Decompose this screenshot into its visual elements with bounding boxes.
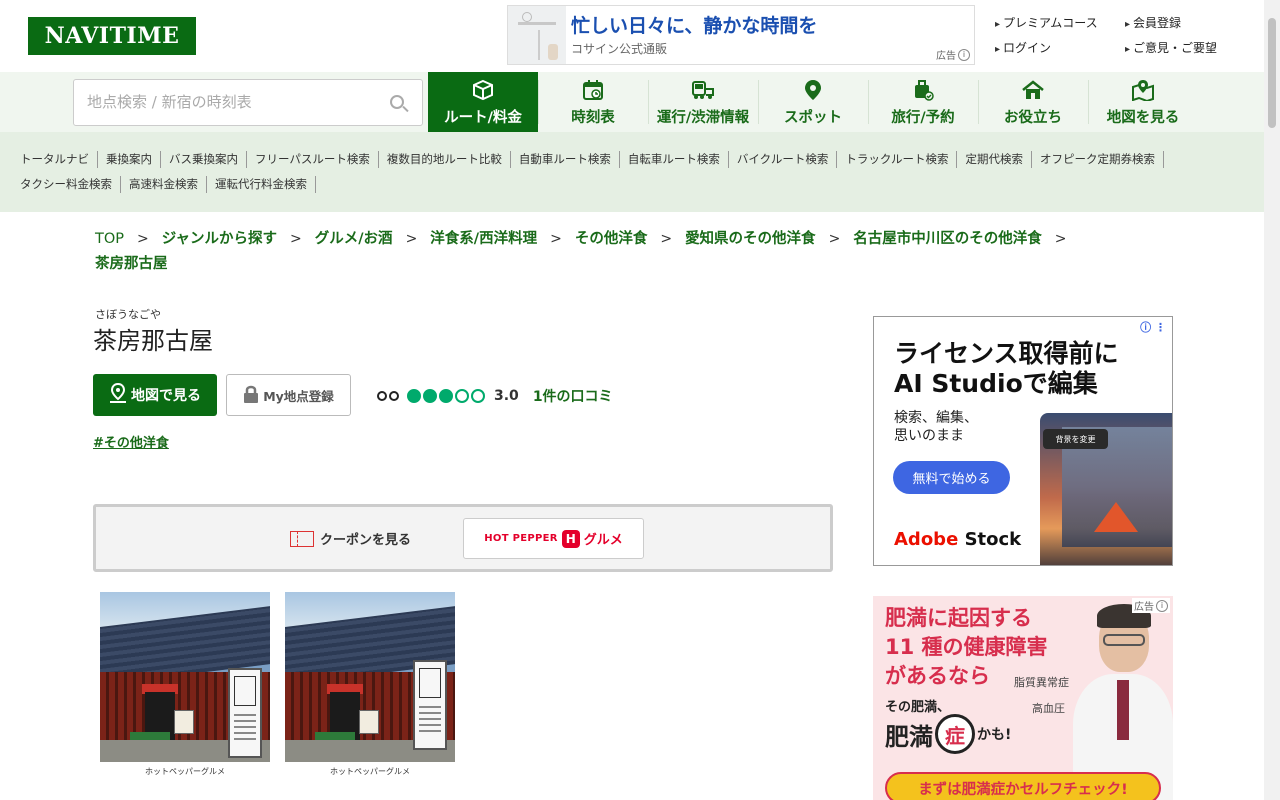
house-icon [1021, 78, 1045, 102]
adobe-stock-ad[interactable]: ⓘ ⋮ ライセンス取得前に AI Studioで編集 検索、編集、 思いのまま … [873, 316, 1173, 566]
ad-subtext: 検索、編集、 思いのまま [894, 410, 978, 444]
hotpepper-logo-icon: H [561, 529, 580, 548]
breadcrumb-item[interactable]: 愛知県のその他洋食 [685, 230, 816, 249]
tab-travel-booking[interactable]: 旅行/予約 [868, 72, 978, 132]
reviews-link[interactable]: 1件の口コミ [533, 386, 613, 406]
self-check-button[interactable]: まずは肥満症かセルフチェック! [885, 772, 1161, 800]
suitcase-icon [911, 78, 935, 102]
tab-traffic-info[interactable]: 運行/渋滞情報 [648, 72, 758, 132]
tripadvisor-owl-icon [377, 389, 401, 403]
my-spot-register-button[interactable]: My地点登録 [226, 374, 351, 416]
ad-headline: ライセンス取得前に AI Studioで編集 [894, 339, 1119, 398]
view-map-button[interactable]: 地図で見る [93, 374, 217, 416]
subnav-link[interactable]: 複数目的地ルート比較 [379, 151, 511, 168]
rating-score: 3.0 [494, 388, 519, 404]
ad-headline[interactable]: 忙しい日々に、静かな時間を [571, 11, 817, 38]
map-icon [1131, 78, 1155, 102]
scrollbar-thumb[interactable] [1268, 18, 1276, 128]
search-box [73, 79, 423, 126]
rating-bubble-empty [455, 389, 469, 403]
subnav-link[interactable]: 乗換案内 [98, 151, 161, 168]
tab-useful[interactable]: お役立ち [978, 72, 1088, 132]
ad-slogan: 肥満 症 かも! [885, 714, 1011, 754]
subnav-link[interactable]: 自転車ルート検索 [620, 151, 729, 168]
subnav-link[interactable]: バス乗換案内 [161, 151, 247, 168]
subnav-link[interactable]: トータルナビ [20, 151, 98, 168]
subnav-link[interactable]: 自動車ルート検索 [511, 151, 620, 168]
feedback-link[interactable]: ご意見・ご要望 [1125, 39, 1217, 56]
tab-timetable[interactable]: 時刻表 [538, 72, 648, 132]
breadcrumb-current: 茶房那古屋 [95, 256, 168, 272]
tripadvisor-rating: 3.0 1件の口コミ [377, 386, 613, 406]
photo-caption: ホットペッパーグルメ [145, 767, 225, 776]
breadcrumb-item[interactable]: グルメ/お酒 [315, 230, 393, 249]
premium-course-link[interactable]: プレミアムコース [995, 14, 1098, 31]
view-coupon-link[interactable]: クーポンを見る [290, 529, 411, 548]
top-banner-ad[interactable]: 忙しい日々に、静かな時間を コサイン公式通販 広告 i [507, 5, 975, 65]
search-input[interactable] [87, 93, 377, 111]
ad-choices-icon[interactable]: ⓘ ⋮ [1140, 319, 1166, 335]
magnifier-icon: 症 [935, 714, 975, 754]
breadcrumb-item[interactable]: TOP [95, 230, 124, 249]
spot-photo[interactable] [100, 592, 270, 762]
navitime-logo[interactable]: NAVITIME [28, 17, 196, 55]
login-link[interactable]: ログイン [995, 39, 1051, 56]
breadcrumb-item[interactable]: その他洋食 [575, 230, 648, 249]
breadcrumb: TOP > ジャンルから探す > グルメ/お酒 > 洋食系/西洋料理 > その他洋食 > … [95, 230, 1175, 274]
change-background-chip: 背景を変更 [1043, 429, 1108, 449]
rating-bubble-filled [423, 389, 437, 403]
photo-caption: ホットペッパーグルメ [330, 767, 410, 776]
map-pin-icon [109, 382, 127, 407]
map-pin-icon [801, 78, 825, 102]
search-icon[interactable] [390, 95, 404, 109]
subnav-link[interactable]: トラックルート検索 [837, 151, 958, 168]
rating-bubbles [407, 389, 487, 403]
member-register-link[interactable]: 会員登録 [1125, 14, 1181, 31]
hotpepper-button[interactable]: HOT PEPPER H グルメ [463, 518, 644, 559]
tab-spot[interactable]: スポット [758, 72, 868, 132]
subnav-link[interactable]: フリーパスルート検索 [247, 151, 379, 168]
subnav-link[interactable]: 定期代検索 [957, 151, 1032, 168]
breadcrumb-item[interactable]: 洋食系/西洋料理 [430, 230, 537, 249]
adobe-stock-logo: Adobe Stock [894, 529, 1022, 550]
timetable-icon [581, 78, 605, 102]
rating-bubble-filled [407, 389, 421, 403]
page-title: 茶房那古屋 [93, 327, 213, 355]
breadcrumb-item[interactable]: 名古屋市中川区のその他洋食 [853, 230, 1042, 249]
coupon-icon [290, 530, 314, 547]
ad-info-icon: i [1156, 599, 1168, 612]
ad-label[interactable]: 広告 i [936, 47, 970, 62]
route-search-links: トータルナビ 乗換案内 バス乗換案内 フリーパスルート検索 複数目的地ルート比較… [0, 132, 1264, 212]
coupon-section: クーポンを見る HOT PEPPER H グルメ [93, 504, 833, 572]
route-box-icon [471, 78, 495, 102]
spot-photo[interactable] [285, 592, 455, 762]
lock-icon [243, 384, 259, 407]
traffic-icon [691, 78, 715, 102]
tab-route-fare[interactable]: ルート/料金 [428, 72, 538, 132]
subnav-link[interactable]: オフピーク定期券検索 [1032, 151, 1164, 168]
tab-map[interactable]: 地図を見る [1088, 72, 1198, 132]
page-scrollbar[interactable] [1264, 0, 1280, 800]
rating-bubble-empty [471, 389, 485, 403]
ad-info-icon[interactable]: i [958, 48, 970, 61]
ad-thumbnail [508, 6, 566, 64]
subnav-link[interactable]: タクシー料金検索 [20, 176, 121, 193]
subnav-link[interactable]: バイクルート検索 [729, 151, 838, 168]
genre-tag[interactable]: #その他洋食 [93, 432, 169, 451]
health-ad[interactable]: 広告 i 肥満に起因する 11 種の健康障害 があるなら 脂質異常症 高血圧 その… [873, 596, 1173, 800]
spot-furigana: さぼうなごや [95, 308, 161, 321]
start-free-button[interactable]: 無料で始める [893, 461, 1010, 494]
main-nav: ルート/料金 時刻表 運行/渋滞情報 スポット 旅行/予約 お役立ち 地図を [0, 72, 1264, 132]
rating-bubble-filled [439, 389, 453, 403]
tent-image [1094, 502, 1138, 532]
ad-advertiser: コサイン公式通販 [571, 42, 668, 56]
ad-label[interactable]: 広告 i [1132, 598, 1170, 613]
doctor-image [1073, 596, 1173, 800]
subnav-link[interactable]: 運転代行料金検索 [207, 176, 316, 193]
site-header: NAVITIME 忙しい日々に、静かな時間を コサイン公式通販 広告i プレミア… [0, 0, 1264, 72]
subnav-link[interactable]: 高速料金検索 [121, 176, 207, 193]
breadcrumb-item[interactable]: ジャンルから探す [162, 230, 277, 249]
